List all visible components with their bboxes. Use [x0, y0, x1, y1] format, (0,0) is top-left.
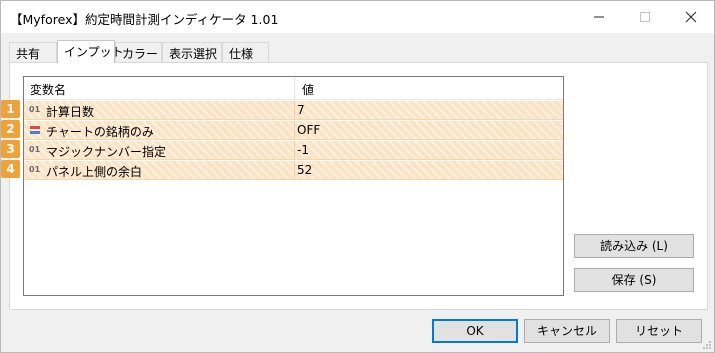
parameter-name: チャートの銘柄のみ: [46, 125, 154, 139]
parameter-value[interactable]: 52: [297, 163, 312, 177]
column-divider: [294, 101, 295, 120]
tab-panel: 変数名 値 01 計算日数 7 チャートの銘柄のみ OFF 01 マジックナンバ…: [9, 62, 708, 310]
integer-type-icon: 01: [29, 145, 41, 154]
table-row[interactable]: 01 計算日数 7: [24, 101, 563, 120]
tab-label: 仕様: [229, 47, 254, 61]
boolean-type-icon: [29, 124, 43, 136]
row-number-badge: 3: [1, 140, 20, 158]
tab-label: カラー: [122, 47, 159, 61]
table-row[interactable]: 01 マジックナンバー指定 -1: [24, 141, 563, 160]
parameter-value[interactable]: OFF: [297, 123, 320, 137]
table-row[interactable]: チャートの銘柄のみ OFF: [24, 121, 563, 140]
column-divider: [294, 141, 295, 160]
close-icon: [685, 11, 697, 22]
tab-shared[interactable]: 共有: [9, 42, 57, 63]
tab-label: 共有: [16, 47, 41, 61]
integer-type-icon: 01: [29, 105, 41, 114]
row-number-badge: 2: [1, 120, 20, 138]
save-button[interactable]: 保存 (S): [574, 268, 694, 292]
parameter-name: マジックナンバー指定: [46, 145, 167, 159]
maximize-button[interactable]: [622, 1, 668, 32]
resize-grip-icon[interactable]: [702, 340, 712, 350]
minimize-button[interactable]: [576, 1, 622, 32]
tab-specs[interactable]: 仕様: [222, 42, 269, 63]
parameter-grid: 変数名 値 01 計算日数 7 チャートの銘柄のみ OFF 01 マジックナンバ…: [23, 76, 564, 296]
minimize-icon: [594, 16, 604, 17]
parameter-name: パネル上側の余白: [46, 165, 143, 179]
ok-button[interactable]: OK: [432, 319, 518, 343]
column-divider[interactable]: [294, 77, 295, 100]
cancel-button[interactable]: キャンセル: [524, 319, 610, 343]
reset-button[interactable]: リセット: [616, 319, 702, 343]
load-button[interactable]: 読み込み (L): [574, 234, 694, 258]
tab-inputs[interactable]: インプット: [57, 40, 124, 63]
parameter-value[interactable]: -1: [297, 143, 309, 157]
title-bar: 【Myforex】約定時間計測インディケータ 1.01: [1, 1, 714, 33]
column-header-name[interactable]: 変数名: [30, 81, 66, 98]
tab-display-select[interactable]: 表示選択: [162, 42, 222, 63]
column-divider: [294, 121, 295, 140]
table-row[interactable]: 01 パネル上側の余白 52: [24, 161, 563, 180]
column-header-value[interactable]: 値: [302, 81, 314, 98]
grid-header: 変数名 値: [24, 77, 563, 100]
tab-label: インプット: [64, 45, 124, 59]
row-number-badge: 4: [1, 160, 20, 178]
tab-label: 表示選択: [169, 47, 218, 61]
dialog-window: 【Myforex】約定時間計測インディケータ 1.01 共有 インプット カラー…: [0, 0, 715, 353]
row-number-badge: 1: [1, 100, 20, 118]
parameter-value[interactable]: 7: [297, 103, 305, 117]
integer-type-icon: 01: [29, 165, 41, 174]
window-title: 【Myforex】約定時間計測インディケータ 1.01: [10, 12, 279, 27]
parameter-name: 計算日数: [46, 105, 95, 119]
column-divider: [294, 161, 295, 180]
maximize-icon: [640, 11, 650, 22]
close-button[interactable]: [668, 1, 714, 32]
